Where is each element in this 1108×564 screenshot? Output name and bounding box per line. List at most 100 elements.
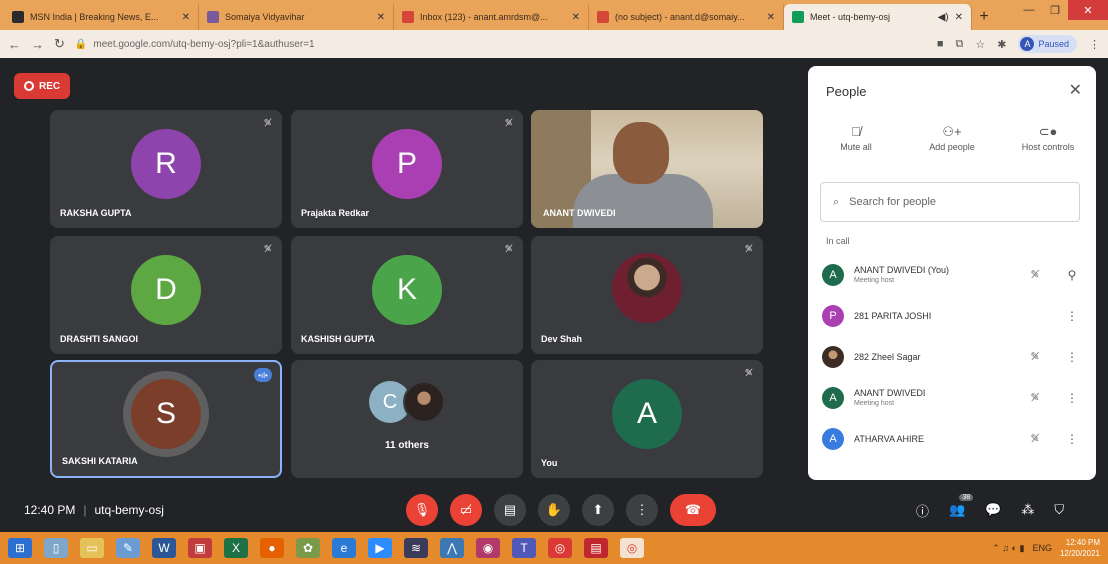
menu-icon[interactable]: ⋮ [1089, 38, 1100, 51]
camera-icon[interactable]: ■ [937, 38, 944, 50]
participant-video-tile[interactable]: ANANT DWIVEDI [531, 110, 763, 228]
mic-off-icon: ✎̸ [263, 244, 272, 255]
browser-tab[interactable]: (no subject) - anant.d@somaiy... ✕ [589, 4, 784, 30]
add-people-button[interactable]: ⚇+ Add people [907, 124, 997, 152]
meeting-clock: 12:40 PM [24, 503, 76, 517]
panel-title: People [826, 84, 867, 99]
present-button[interactable]: ⬆ [582, 494, 614, 526]
chrome-icon[interactable]: ◎ [548, 538, 572, 558]
windows-start-icon[interactable]: ⊞ [8, 538, 32, 558]
section-label: In call [826, 236, 850, 246]
more-options-icon[interactable]: ⋮ [1062, 309, 1082, 323]
close-tab-icon[interactable]: ✕ [955, 12, 963, 23]
browser-tab[interactable]: Inbox (123) - anant.amrdsm@... ✕ [394, 4, 589, 30]
minimize-icon[interactable]: — [1016, 0, 1042, 20]
panel-actions: 🎙̸ Mute all ⚇+ Add people ⊂● Host contro… [808, 124, 1096, 152]
firefox-icon[interactable]: ● [260, 538, 284, 558]
audio-icon[interactable]: ◀) [938, 12, 949, 23]
pin-icon[interactable]: ⚲ [1062, 268, 1082, 282]
list-item[interactable]: P 281 PARITA JOSHI ⋮ [808, 295, 1096, 336]
extensions-icon[interactable]: ✱ [997, 38, 1006, 51]
more-options-icon[interactable]: ⋮ [1062, 350, 1082, 364]
list-item[interactable]: 282 Zheel Sagar ✎̸ ⋮ [808, 336, 1096, 377]
chrome-active-icon[interactable]: ◎ [620, 538, 644, 558]
close-tab-icon[interactable]: ✕ [182, 12, 190, 23]
app-icon[interactable]: ▣ [188, 538, 212, 558]
pdf-icon[interactable]: ▤ [584, 538, 608, 558]
close-icon[interactable]: ✕ [1069, 80, 1082, 100]
captions-button[interactable]: ▤ [494, 494, 526, 526]
raise-hand-button[interactable]: ✋ [538, 494, 570, 526]
new-tab-button[interactable]: + [972, 4, 996, 30]
somaiya-favicon-icon [207, 11, 219, 23]
profile-avatar: A [1020, 37, 1035, 51]
share-icon[interactable]: ⧉ [956, 38, 964, 51]
self-tile[interactable]: A ✎̸ You [531, 360, 763, 478]
participant-tile[interactable]: ✎̸ Dev Shah [531, 236, 763, 354]
file-icon[interactable]: ▯ [44, 538, 68, 558]
more-options-icon[interactable]: ⋮ [1062, 432, 1082, 446]
participant-tile[interactable]: P ✎̸ Prajakta Redkar [291, 110, 523, 228]
participant-tile-speaking[interactable]: S •ıl• SAKSHI KATARIA [50, 360, 282, 478]
tray-icons[interactable]: ⌃ ♫ ◐ ▮ [992, 543, 1024, 554]
mute-all-button[interactable]: 🎙̸ Mute all [811, 124, 901, 152]
people-button[interactable]: 👥 38 [949, 494, 974, 518]
participant-tile[interactable]: K ✎̸ KASHISH GUPTA [291, 236, 523, 354]
record-icon [24, 81, 34, 91]
app-icon[interactable]: ⋀ [440, 538, 464, 558]
others-tile[interactable]: C 11 others [291, 360, 523, 478]
language-indicator[interactable]: ENG [1032, 543, 1052, 553]
mic-off-icon[interactable]: ✎̸ [1018, 268, 1052, 281]
close-tab-icon[interactable]: ✕ [377, 12, 385, 23]
mic-off-icon[interactable]: ✎̸ [1018, 350, 1052, 363]
profile-button[interactable]: A Paused [1018, 35, 1077, 53]
folder-icon[interactable]: ▭ [80, 538, 104, 558]
toolbar-icons: ■ ⧉ ☆ ✱ A Paused ⋮ [937, 35, 1100, 53]
more-options-icon[interactable]: ⋮ [1062, 391, 1082, 405]
edge-icon[interactable]: e [332, 538, 356, 558]
maximize-icon[interactable]: ❐ [1042, 0, 1068, 20]
chat-icon[interactable]: 💬 [985, 502, 1001, 518]
forward-icon[interactable]: → [31, 37, 44, 52]
more-options-button[interactable]: ⋮ [626, 494, 658, 526]
browser-tab[interactable]: MSN India | Breaking News, E... ✕ [4, 4, 199, 30]
browser-tab-active[interactable]: Meet - utq-bemy-osj ◀) ✕ [784, 4, 972, 30]
search-people-input[interactable]: ⌕ Search for people [820, 182, 1080, 222]
host-controls-button[interactable]: ⊂● Host controls [1003, 124, 1093, 152]
close-tab-icon[interactable]: ✕ [572, 12, 580, 23]
back-icon[interactable]: ← [8, 37, 21, 52]
close-tab-icon[interactable]: ✕ [767, 12, 775, 23]
action-label: Mute all [840, 142, 872, 152]
mic-toggle-button[interactable]: 🎙 [406, 494, 438, 526]
mic-off-icon[interactable]: ✎̸ [1018, 432, 1052, 445]
participant-tile[interactable]: R ✎̸ RAKSHA GUPTA [50, 110, 282, 228]
video-icon[interactable]: ▶ [368, 538, 392, 558]
participant-name: Prajakta Redkar [301, 208, 370, 218]
browser-tab[interactable]: Somaiya Vidyavihar ✕ [199, 4, 394, 30]
clock[interactable]: 12:40 PM 12/20/2021 [1060, 537, 1100, 559]
host-controls-icon[interactable]: ⛉ [1054, 502, 1064, 518]
mic-off-icon[interactable]: ✎̸ [1018, 391, 1052, 404]
app-icon[interactable]: ✿ [296, 538, 320, 558]
info-icon[interactable]: ⓘ [916, 501, 929, 520]
url-field[interactable]: 🔒 meet.google.com/utq-bemy-osj?pli=1&aut… [75, 34, 927, 54]
excel-icon[interactable]: X [224, 538, 248, 558]
leave-call-button[interactable]: ☎ [670, 494, 716, 526]
audio-editor-icon[interactable]: ≋ [404, 538, 428, 558]
captions-icon: ▤ [503, 502, 517, 517]
word-icon[interactable]: W [152, 538, 176, 558]
list-item[interactable]: A ATHARVA AHIRE ✎̸ ⋮ [808, 418, 1096, 459]
mic-off-icon: ✎̸ [504, 244, 513, 255]
participant-tile[interactable]: D ✎̸ DRASHTI SANGOI [50, 236, 282, 354]
star-icon[interactable]: ☆ [975, 38, 985, 51]
camera-app-icon[interactable]: ◉ [476, 538, 500, 558]
close-window-icon[interactable]: ✕ [1068, 0, 1108, 20]
list-item[interactable]: A ANANT DWIVEDI (You) Meeting host ✎̸ ⚲ [808, 254, 1096, 295]
camera-toggle-button[interactable]: ▭̸ [450, 494, 482, 526]
activities-icon[interactable]: ⁂ [1021, 502, 1034, 518]
teams-icon[interactable]: T [512, 538, 536, 558]
add-person-icon: ⚇+ [942, 124, 962, 139]
notes-icon[interactable]: ✎ [116, 538, 140, 558]
reload-icon[interactable]: ↻ [54, 36, 65, 52]
list-item[interactable]: A ANANT DWIVEDI Meeting host ✎̸ ⋮ [808, 377, 1096, 418]
